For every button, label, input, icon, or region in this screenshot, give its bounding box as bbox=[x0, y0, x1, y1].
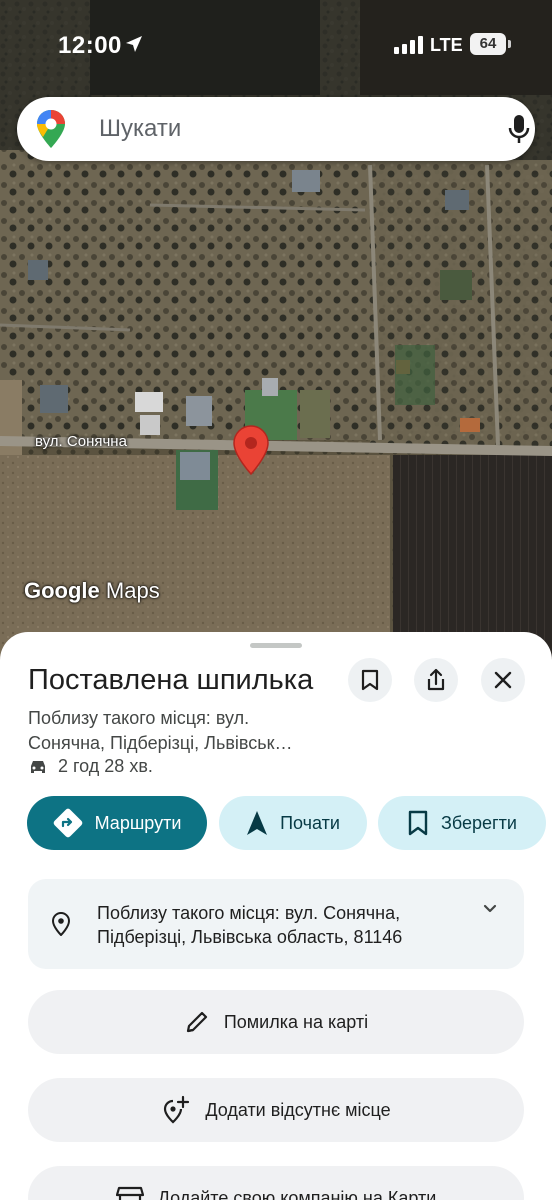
add-location-icon bbox=[164, 1095, 190, 1124]
drive-time-text: 2 год 28 хв. bbox=[58, 756, 153, 776]
add-business-label: Додайте свою компанію на Карти bbox=[157, 1187, 437, 1200]
status-bar: 12:00 LTE 64 bbox=[0, 0, 552, 90]
place-title: Поставлена шпилька bbox=[28, 664, 314, 696]
save-label: Зберегти bbox=[441, 812, 517, 833]
signal-icon bbox=[394, 36, 423, 54]
drag-handle[interactable] bbox=[250, 643, 302, 648]
bookmark-icon bbox=[361, 669, 379, 691]
address-line-2: Підберізці, Львівська область, 81146 bbox=[97, 927, 403, 947]
location-pin-icon bbox=[52, 912, 70, 936]
add-place-button[interactable]: Додати відсутнє місце bbox=[28, 1078, 524, 1142]
search-bar[interactable]: Шукати bbox=[17, 97, 535, 161]
google-maps-logo: Google Maps bbox=[24, 578, 160, 603]
subtitle-line-1: Поблизу такого місця: вул. bbox=[28, 708, 250, 728]
place-subtitle: Поблизу такого місця: вул. Сонячна, Підб… bbox=[28, 706, 328, 756]
google-maps-pin-icon bbox=[37, 110, 65, 148]
report-error-label: Помилка на карті bbox=[223, 1011, 369, 1032]
location-arrow-icon bbox=[126, 36, 142, 52]
chevron-down-icon[interactable] bbox=[482, 903, 498, 915]
save-button[interactable]: Зберегти bbox=[378, 796, 546, 850]
street-label: вул. Сонячна bbox=[35, 433, 127, 450]
subtitle-line-2: Сонячна, Підберізці, Львівськ… bbox=[28, 733, 293, 753]
add-business-button[interactable]: Додайте свою компанію на Карти bbox=[28, 1166, 524, 1200]
place-bottom-sheet[interactable]: Поставлена шпилька Поблизу такого місця:… bbox=[0, 632, 552, 1200]
start-button[interactable]: Почати bbox=[219, 796, 367, 850]
status-time: 12:00 bbox=[58, 32, 122, 59]
directions-button[interactable]: Маршрути bbox=[27, 796, 207, 850]
start-label: Почати bbox=[280, 812, 340, 833]
dropped-pin-icon[interactable] bbox=[232, 424, 270, 476]
pencil-icon bbox=[186, 1011, 207, 1033]
directions-icon bbox=[53, 808, 82, 838]
bookmark-icon bbox=[408, 810, 428, 836]
address-card[interactable]: Поблизу такого місця: вул. Сонячна, Підб… bbox=[28, 879, 524, 969]
share-icon bbox=[427, 668, 445, 691]
microphone-icon[interactable] bbox=[505, 113, 533, 145]
battery-icon: 64 bbox=[470, 33, 506, 55]
network-type: LTE bbox=[430, 35, 463, 55]
report-error-button[interactable]: Помилка на карті bbox=[28, 990, 524, 1054]
search-input[interactable]: Шукати bbox=[99, 115, 181, 143]
navigation-arrow-icon bbox=[247, 811, 268, 835]
car-icon bbox=[31, 760, 45, 773]
close-button[interactable] bbox=[481, 658, 525, 702]
address-line-1: Поблизу такого місця: вул. Сонячна, bbox=[97, 903, 401, 923]
battery-tip bbox=[508, 40, 511, 48]
store-icon bbox=[115, 1186, 144, 1200]
address-text: Поблизу такого місця: вул. Сонячна, Підб… bbox=[97, 901, 477, 949]
directions-label: Маршрути bbox=[94, 812, 182, 833]
add-place-label: Додати відсутнє місце bbox=[205, 1099, 391, 1120]
bookmark-button[interactable] bbox=[348, 658, 392, 702]
drive-time: 2 год 28 хв. bbox=[28, 756, 153, 777]
close-icon bbox=[494, 671, 512, 689]
share-button[interactable] bbox=[414, 658, 458, 702]
